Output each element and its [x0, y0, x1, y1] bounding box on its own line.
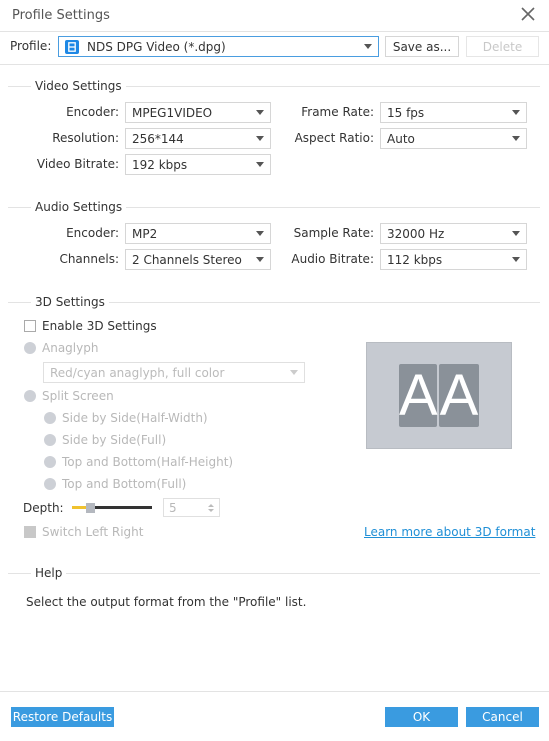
- video-bitrate-select[interactable]: 192 kbps: [125, 154, 271, 175]
- frame-rate-label: Frame Rate:: [301, 105, 374, 119]
- video-encoder-label: Encoder:: [66, 105, 119, 119]
- save-as-button[interactable]: Save as...: [385, 36, 459, 57]
- chevron-down-icon: [364, 44, 372, 49]
- profile-label: Profile:: [10, 39, 52, 53]
- enable-3d-checkbox[interactable]: [24, 320, 36, 332]
- chevron-down-icon: [256, 231, 264, 236]
- footer-divider: [0, 691, 549, 692]
- anaglyph-select[interactable]: Red/cyan anaglyph, full color: [43, 362, 305, 383]
- aspect-ratio-value: Auto: [387, 131, 415, 146]
- video-settings-title: Video Settings: [31, 79, 126, 93]
- chevron-down-icon: [512, 257, 520, 262]
- audio-bitrate-value: 112 kbps: [387, 252, 443, 267]
- aspect-ratio-label: Aspect Ratio:: [294, 131, 374, 145]
- anaglyph-radio-row[interactable]: Anaglyph: [24, 341, 98, 355]
- anaglyph-radio[interactable]: [24, 342, 36, 354]
- audio-encoder-label: Encoder:: [66, 226, 119, 240]
- window-title: Profile Settings: [12, 8, 110, 23]
- close-button[interactable]: [519, 5, 537, 23]
- sample-rate-label: Sample Rate:: [293, 226, 374, 240]
- frame-rate-value: 15 fps: [387, 105, 425, 120]
- video-bitrate-label: Video Bitrate:: [36, 157, 119, 171]
- split-option-row[interactable]: Top and Bottom(Half-Height): [44, 455, 233, 469]
- anaglyph-label: Anaglyph: [42, 341, 99, 355]
- video-encoder-value: MPEG1VIDEO: [132, 105, 213, 120]
- preview-right-letter: A: [439, 363, 479, 428]
- delete-button[interactable]: Delete: [466, 36, 539, 57]
- split-option-row[interactable]: Side by Side(Full): [44, 433, 166, 447]
- 3d-preview: A A: [366, 342, 512, 449]
- profile-divider: [0, 64, 549, 65]
- ok-button[interactable]: OK: [385, 707, 458, 727]
- audio-bitrate-select[interactable]: 112 kbps: [380, 249, 527, 270]
- split-option-label: Side by Side(Full): [62, 433, 167, 447]
- frame-rate-select[interactable]: 15 fps: [380, 102, 527, 123]
- spin-arrows-icon[interactable]: [208, 503, 214, 513]
- video-encoder-select[interactable]: MPEG1VIDEO: [125, 102, 271, 123]
- resolution-value: 256*144: [132, 131, 184, 146]
- audio-bitrate-label: Audio Bitrate:: [291, 252, 374, 266]
- chevron-down-icon: [512, 110, 520, 115]
- sample-rate-select[interactable]: 32000 Hz: [380, 223, 527, 244]
- split-option-label: Top and Bottom(Full): [62, 477, 187, 491]
- split-option-label: Top and Bottom(Half-Height): [62, 455, 234, 469]
- split-option-radio[interactable]: [44, 478, 56, 490]
- split-option-radio[interactable]: [44, 456, 56, 468]
- chevron-down-icon: [512, 231, 520, 236]
- audio-encoder-value: MP2: [132, 226, 158, 241]
- channels-label: Channels:: [59, 252, 119, 266]
- cancel-button[interactable]: Cancel: [466, 707, 539, 727]
- audio-encoder-select[interactable]: MP2: [125, 223, 271, 244]
- learn-more-3d-link[interactable]: Learn more about 3D format: [364, 525, 535, 539]
- restore-defaults-button[interactable]: Restore Defaults: [11, 707, 114, 727]
- chevron-down-icon: [290, 370, 298, 375]
- profile-value: NDS DPG Video (*.dpg): [87, 39, 226, 54]
- help-title: Help: [31, 566, 67, 580]
- channels-select[interactable]: 2 Channels Stereo: [125, 249, 271, 270]
- chevron-down-icon: [512, 136, 520, 141]
- switch-left-right-label: Switch Left Right: [42, 525, 144, 539]
- preview-left-letter: A: [399, 363, 438, 428]
- resolution-select[interactable]: 256*144: [125, 128, 271, 149]
- split-option-radio[interactable]: [44, 412, 56, 424]
- split-option-row[interactable]: Top and Bottom(Full): [44, 477, 186, 491]
- 3d-settings-title: 3D Settings: [31, 295, 109, 309]
- depth-slider[interactable]: [72, 503, 152, 513]
- resolution-label: Resolution:: [52, 131, 119, 145]
- split-option-row[interactable]: Side by Side(Half-Width): [44, 411, 208, 425]
- split-screen-radio-row[interactable]: Split Screen: [24, 389, 114, 403]
- enable-3d-label: Enable 3D Settings: [42, 319, 157, 333]
- chevron-down-icon: [256, 136, 264, 141]
- help-text: Select the output format from the "Profi…: [26, 595, 307, 609]
- depth-value: 5: [169, 500, 177, 515]
- chevron-down-icon: [256, 110, 264, 115]
- sample-rate-value: 32000 Hz: [387, 226, 445, 241]
- switch-left-right-row[interactable]: Switch Left Right: [24, 525, 143, 539]
- depth-label: Depth:: [23, 501, 64, 515]
- video-bitrate-value: 192 kbps: [132, 157, 188, 172]
- audio-settings-title: Audio Settings: [31, 200, 127, 214]
- aspect-ratio-select[interactable]: Auto: [380, 128, 527, 149]
- split-option-radio[interactable]: [44, 434, 56, 446]
- nds-device-icon: [65, 39, 79, 54]
- chevron-down-icon: [256, 257, 264, 262]
- enable-3d-checkbox-row[interactable]: Enable 3D Settings: [24, 319, 157, 333]
- anaglyph-value: Red/cyan anaglyph, full color: [50, 365, 225, 380]
- profile-select[interactable]: NDS DPG Video (*.dpg): [58, 36, 379, 57]
- depth-slider-thumb[interactable]: [86, 503, 95, 513]
- help-section-line: [8, 573, 540, 574]
- depth-spinbox[interactable]: 5: [163, 498, 220, 517]
- split-screen-radio[interactable]: [24, 390, 36, 402]
- split-screen-label: Split Screen: [42, 389, 114, 403]
- title-divider: [0, 31, 549, 32]
- channels-value: 2 Channels Stereo: [132, 252, 242, 267]
- split-option-label: Side by Side(Half-Width): [62, 411, 208, 425]
- chevron-down-icon: [256, 162, 264, 167]
- switch-left-right-checkbox[interactable]: [24, 526, 36, 538]
- close-icon: [521, 7, 535, 21]
